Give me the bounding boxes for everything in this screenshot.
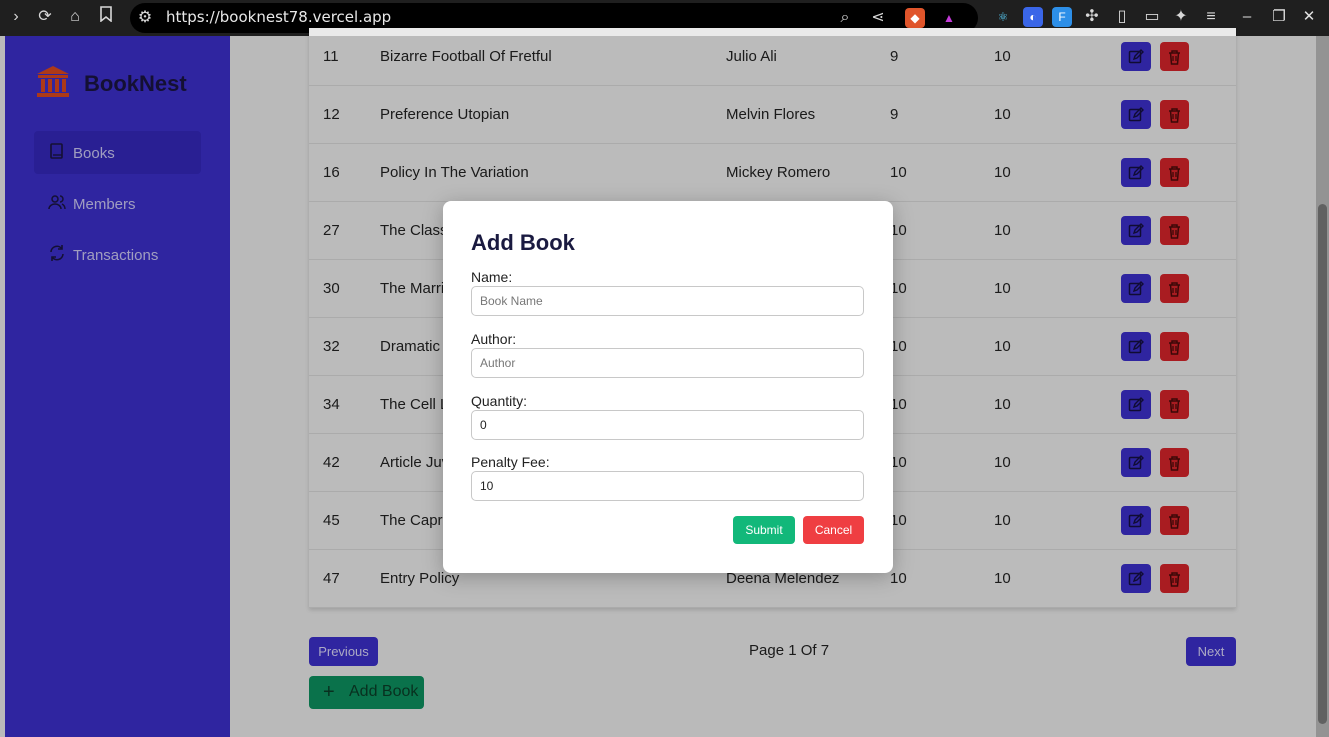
wallet-icon[interactable]: ▭ [1141, 6, 1163, 28]
share-icon[interactable]: ⋖ [867, 7, 889, 29]
author-input[interactable] [471, 348, 864, 378]
quantity-label: Quantity: [471, 393, 528, 409]
cancel-button[interactable]: Cancel [803, 516, 864, 544]
brave-shield-icon[interactable]: ◆ [905, 8, 925, 28]
modal-title: Add Book [471, 230, 575, 255]
book-name-input[interactable] [471, 286, 864, 316]
author-label: Author: [471, 331, 517, 347]
leo-ai-icon[interactable]: ✦ [1170, 6, 1192, 28]
close-window-icon[interactable]: ✕ [1298, 6, 1320, 28]
add-book-modal: Add Book Name: Author: Quantity: Penalty… [443, 201, 893, 573]
penalty-fee-input[interactable] [471, 471, 864, 501]
quantity-input[interactable] [471, 410, 864, 440]
url-text: https://booknest78.vercel.app [166, 8, 392, 26]
name-label: Name: [471, 269, 513, 285]
menu-icon[interactable]: ≡ [1200, 6, 1222, 28]
bookmark-icon[interactable] [95, 6, 117, 28]
extension-icon[interactable]: ◐ [1023, 7, 1043, 27]
penalty-fee-label: Penalty Fee: [471, 454, 550, 470]
sidebar-toggle-icon[interactable]: ▯ [1111, 6, 1133, 28]
brave-rewards-icon[interactable]: ▲ [939, 8, 959, 28]
submit-button[interactable]: Submit [733, 516, 795, 544]
forward-icon[interactable]: › [5, 6, 27, 28]
extension-fi-icon[interactable]: F [1052, 7, 1072, 27]
zoom-icon[interactable]: ⌕ [834, 7, 856, 29]
site-settings-icon[interactable]: ⚙ [134, 7, 156, 29]
minimize-icon[interactable]: – [1236, 6, 1258, 28]
restore-icon[interactable]: ❐ [1268, 6, 1290, 28]
react-devtools-icon[interactable]: ⚛ [993, 7, 1013, 27]
extensions-puzzle-icon[interactable]: ✣ [1081, 6, 1103, 28]
reload-icon[interactable]: ⟳ [34, 6, 56, 28]
home-icon[interactable]: ⌂ [64, 6, 86, 28]
